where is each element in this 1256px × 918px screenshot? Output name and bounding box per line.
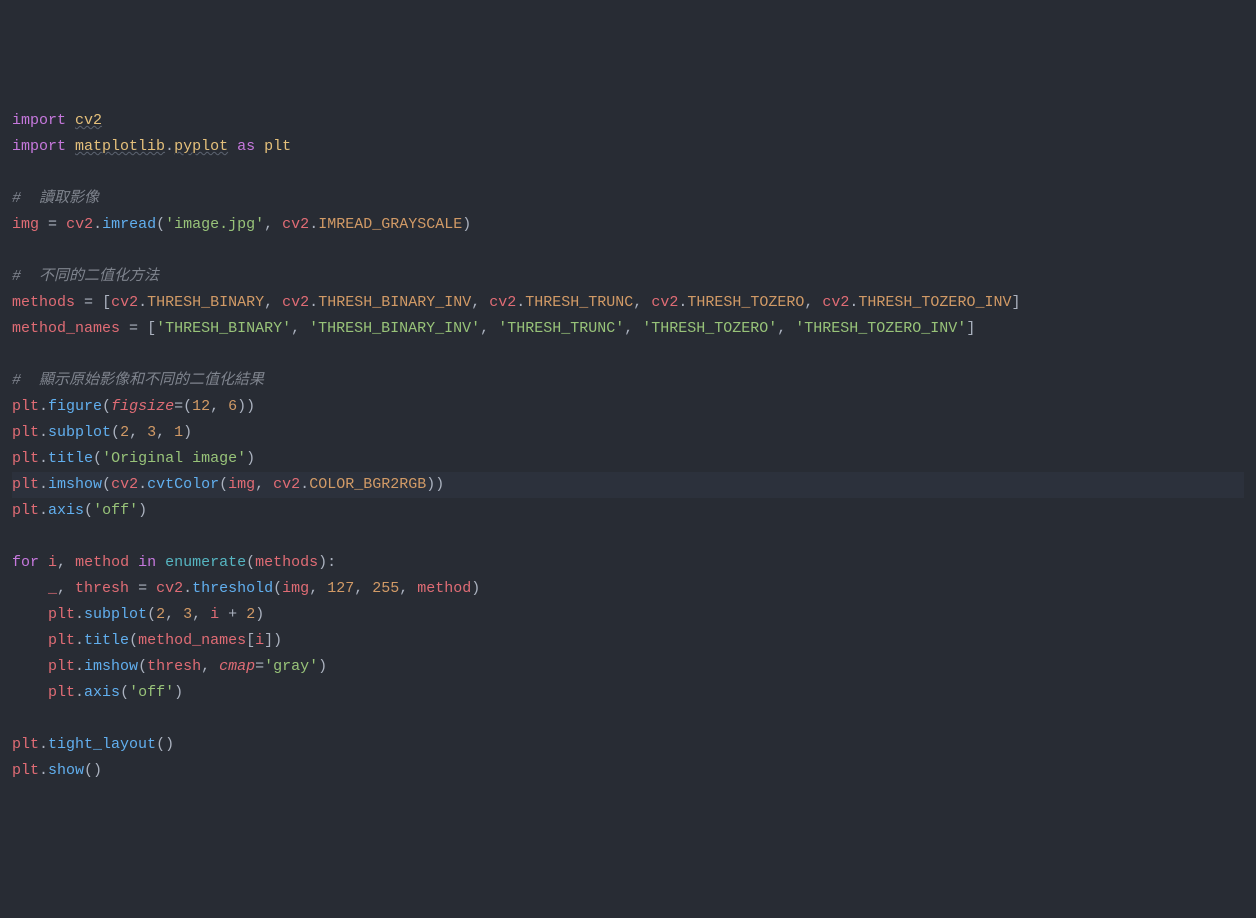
code-line: import matplotlib.pyplot as plt [12,134,1244,160]
code-line: plt.subplot(2, 3, i + 2) [12,602,1244,628]
code-line: plt.imshow(thresh, cmap='gray') [12,654,1244,680]
code-editor[interactable]: import cv2import matplotlib.pyplot as pl… [12,108,1244,784]
code-line: plt.axis('off') [12,498,1244,524]
code-line: img = cv2.imread('image.jpg', cv2.IMREAD… [12,212,1244,238]
code-line: # 不同的二值化方法 [12,264,1244,290]
code-line [12,524,1244,550]
code-line: plt.title(method_names[i]) [12,628,1244,654]
code-line: plt.axis('off') [12,680,1244,706]
code-line: # 讀取影像 [12,186,1244,212]
code-line [12,238,1244,264]
code-line: for i, method in enumerate(methods): [12,550,1244,576]
code-line: method_names = ['THRESH_BINARY', 'THRESH… [12,316,1244,342]
code-line: methods = [cv2.THRESH_BINARY, cv2.THRESH… [12,290,1244,316]
code-line [12,706,1244,732]
code-line: plt.show() [12,758,1244,784]
code-line: plt.title('Original image') [12,446,1244,472]
code-line: plt.figure(figsize=(12, 6)) [12,394,1244,420]
code-line: plt.tight_layout() [12,732,1244,758]
code-line: _, thresh = cv2.threshold(img, 127, 255,… [12,576,1244,602]
code-line [12,342,1244,368]
code-line-highlighted: plt.imshow(cv2.cvtColor(img, cv2.COLOR_B… [12,472,1244,498]
code-line [12,160,1244,186]
code-line: plt.subplot(2, 3, 1) [12,420,1244,446]
code-line: import cv2 [12,108,1244,134]
code-line: # 顯示原始影像和不同的二值化結果 [12,368,1244,394]
